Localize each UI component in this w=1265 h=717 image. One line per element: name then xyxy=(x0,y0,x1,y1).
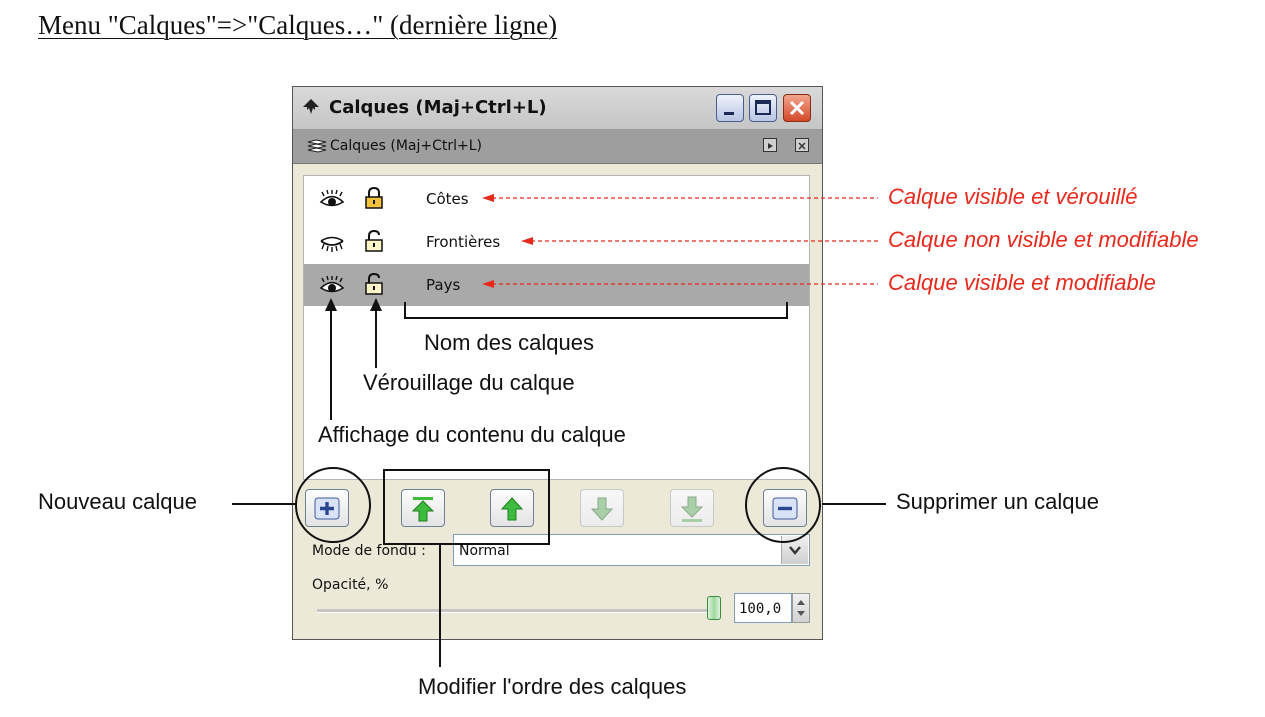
new-layer-circle xyxy=(295,467,371,543)
arrowhead xyxy=(482,280,494,288)
arrowhead xyxy=(325,298,337,311)
annotation-reorder: Modifier l'ordre des calques xyxy=(418,674,687,699)
annotation-hidden-editable: Calque non visible et modifiable xyxy=(888,227,1199,252)
annotation-layer-names: Nom des calques xyxy=(424,330,594,355)
reorder-box xyxy=(383,469,550,545)
annotation-lock: Vérouillage du calque xyxy=(363,370,575,395)
annotation-visibility: Affichage du contenu du calque xyxy=(318,422,626,447)
arrowhead xyxy=(482,194,494,202)
annotation-visible-editable: Calque visible et modifiable xyxy=(888,270,1156,295)
arrowhead xyxy=(370,298,382,311)
annotation-visible-locked: Calque visible et vérouillé xyxy=(888,184,1138,209)
annotation-overlay xyxy=(232,194,886,667)
annotation-new-layer: Nouveau calque xyxy=(38,489,198,514)
annotation-delete-layer: Supprimer un calque xyxy=(896,489,1100,514)
arrowhead xyxy=(521,237,533,245)
delete-layer-circle xyxy=(745,467,821,543)
names-bracket xyxy=(404,302,788,319)
